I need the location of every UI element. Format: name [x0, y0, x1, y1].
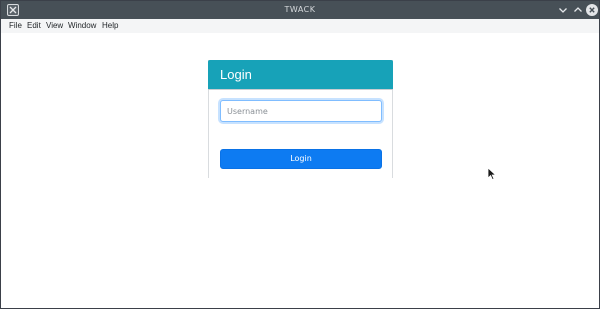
window-title: TWACK: [284, 5, 316, 14]
chevron-up-icon: [574, 7, 582, 12]
username-input[interactable]: [220, 100, 382, 122]
chevron-down-icon: [559, 8, 567, 13]
header-divider: [208, 89, 393, 90]
close-button[interactable]: [586, 4, 598, 16]
title-bar[interactable]: TWACK: [1, 1, 599, 19]
close-icon: [589, 7, 595, 13]
login-card: Login Login: [208, 60, 393, 178]
menu-edit[interactable]: Edit: [27, 19, 41, 33]
menu-file[interactable]: File: [9, 19, 22, 33]
maximize-button[interactable]: [572, 4, 584, 16]
menu-help[interactable]: Help: [102, 19, 118, 33]
login-button[interactable]: Login: [220, 149, 382, 169]
minimize-button[interactable]: [557, 4, 569, 16]
menu-window[interactable]: Window: [68, 19, 96, 33]
login-card-header: Login: [208, 60, 393, 89]
app-window: TWACK File Edit View Window Help Login U…: [0, 0, 600, 309]
mouse-pointer-icon: [487, 167, 497, 181]
menu-view[interactable]: View: [46, 19, 63, 33]
main-content: Login Login: [1, 33, 599, 308]
login-title: Login: [220, 67, 252, 82]
menu-bar: File Edit View Window Help: [1, 19, 599, 33]
